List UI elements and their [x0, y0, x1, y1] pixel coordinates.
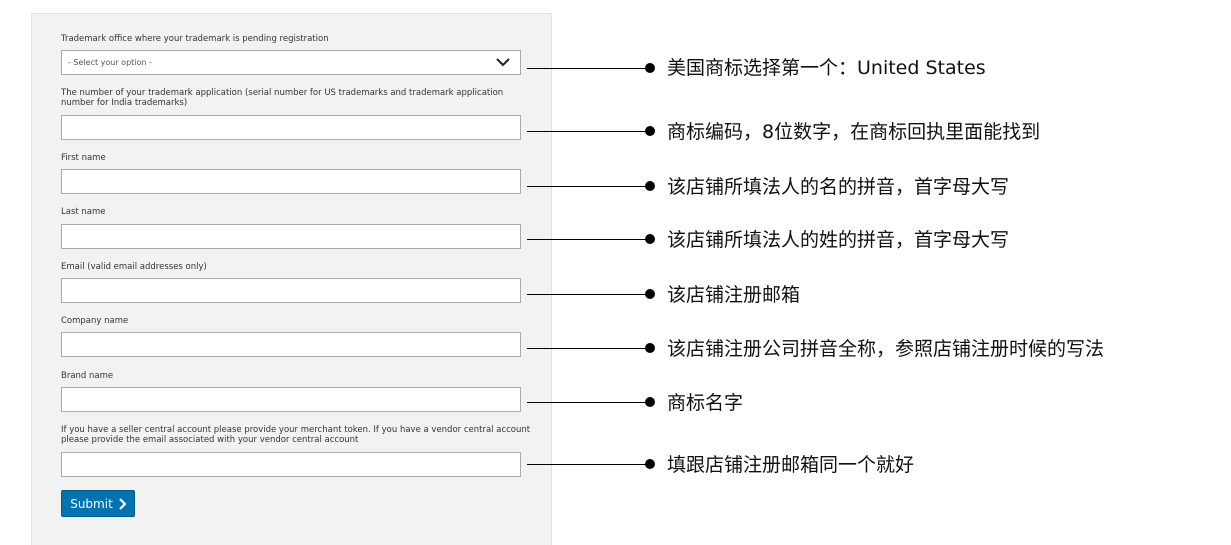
brand-name-label: Brand name: [61, 371, 114, 381]
email-input[interactable]: [61, 278, 521, 303]
annotation-note: 商标编码，8位数字，在商标回执里面能找到: [667, 121, 1041, 143]
annotation-note: 该店铺注册公司拼音全称，参照店铺注册时候的写法: [667, 338, 1105, 360]
annotation-dot: [645, 343, 655, 353]
submit-button-label: Submit: [70, 496, 113, 511]
trademark-office-selected-value: - Select your option -: [68, 58, 152, 67]
annotation-dot: [645, 126, 655, 136]
first-name-label: First name: [61, 153, 106, 163]
annotation-note: 该店铺所填法人的姓的拼音，首字母大写: [667, 229, 1010, 251]
company-name-label: Company name: [61, 316, 129, 326]
annotation-note: 商标名字: [667, 392, 744, 414]
chevron-down-icon: [496, 58, 510, 67]
annotation-dot: [645, 397, 655, 407]
annotation-note: 美国商标选择第一个：United States: [667, 57, 986, 79]
first-name-input[interactable]: [61, 169, 521, 194]
annotation-note: 该店铺注册邮箱: [667, 284, 801, 306]
annotation-connector: [527, 186, 650, 187]
annotation-note: 填跟店铺注册邮箱同一个就好: [667, 454, 915, 476]
annotation-connector: [527, 68, 650, 69]
annotation-dot: [645, 459, 655, 469]
last-name-input[interactable]: [61, 224, 521, 249]
trademark-office-label: Trademark office where your trademark is…: [61, 34, 329, 44]
email-label: Email (valid email addresses only): [61, 262, 207, 272]
company-name-input[interactable]: [61, 332, 521, 357]
annotation-connector: [527, 348, 650, 349]
annotation-dot: [645, 181, 655, 191]
annotation-dot: [645, 63, 655, 73]
application-number-label: The number of your trademark application…: [61, 88, 504, 108]
merchant-token-input[interactable]: [61, 452, 521, 477]
annotation-connector: [527, 464, 650, 465]
brand-name-input[interactable]: [61, 387, 521, 412]
annotation-connector: [527, 294, 650, 295]
annotation-connector: [527, 131, 650, 132]
trademark-office-select[interactable]: - Select your option -: [61, 50, 521, 75]
annotation-dot: [645, 289, 655, 299]
merchant-token-label: If you have a seller central account ple…: [61, 425, 531, 445]
annotation-connector: [527, 239, 650, 240]
annotation-connector: [527, 402, 650, 403]
application-number-input[interactable]: [61, 115, 521, 140]
annotation-note: 该店铺所填法人的名的拼音，首字母大写: [667, 176, 1010, 198]
chevron-right-icon: [119, 497, 126, 510]
submit-button[interactable]: Submit: [61, 490, 135, 517]
last-name-label: Last name: [61, 207, 106, 217]
annotation-dot: [645, 234, 655, 244]
